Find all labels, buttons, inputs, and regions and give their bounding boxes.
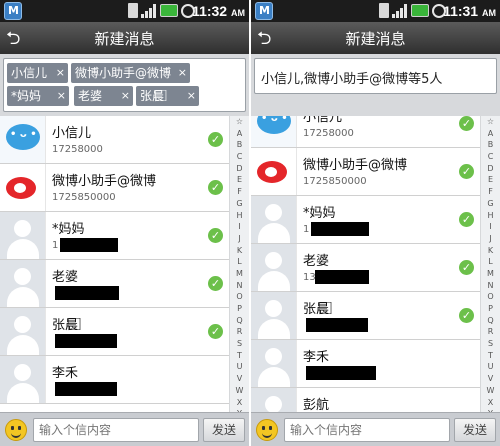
recipient-chip[interactable]: 小信儿 × [7,63,68,83]
recipient-area: 小信儿,微博小助手@微博等5人 [251,54,500,116]
compose-bar: 发送 [251,412,500,446]
status-time: 11:32 AM [192,3,245,19]
status-bar: 11:31 AM [251,0,500,22]
recipient-summary: 小信儿,微博小助手@微博等5人 [261,72,443,87]
person-icon [251,292,297,339]
message-input[interactable] [33,418,199,442]
person-icon [0,308,46,355]
checked-icon[interactable]: ✓ [459,164,474,179]
weibo-icon [251,148,297,195]
page-title: 新建消息 [94,30,155,48]
contact-row[interactable]: 张晨 ⃞⃞ ✓ [0,308,229,356]
status-bar: 11:32 AM [0,0,249,22]
redacted-number [55,286,119,300]
emoji-icon[interactable] [256,419,278,441]
checked-icon[interactable]: ✓ [208,324,223,339]
alphabet-index[interactable]: ☆ABCDEFGHIJKLMNOPQRSTUVWXYZ# [480,116,500,442]
recipient-area: 小信儿 × 微博小助手@微博 × *妈妈 × 老婆 × 张晨 ⃞⃞ × [0,54,249,116]
contact-row[interactable]: 张晨 ⃞⃞ ✓ [251,292,480,340]
send-button[interactable]: 发送 [203,418,245,442]
checked-icon[interactable]: ✓ [459,212,474,227]
contact-row[interactable]: 老婆 ✓ [0,260,229,308]
title-bar: 新建消息 [251,22,500,54]
contact-row[interactable]: 小信儿 17258000 ✓ [0,116,229,164]
compose-bar: 发送 [0,412,249,446]
recipient-chip[interactable]: 张晨 ⃞⃞ × [136,86,199,106]
contact-list[interactable]: 小信儿 17258000 ✓ 微博小助手@微博 1725850000 ✓ *妈妈… [0,116,229,412]
app-notification-icon [255,2,273,20]
contact-list[interactable]: 小信儿 17258000 ✓ 微博小助手@微博 1725850000 ✓ *妈妈… [251,116,480,412]
title-bar: 新建消息 [0,22,249,54]
signal-icon [392,3,408,18]
redacted-number [55,334,117,348]
right-screen: 11:31 AM 新建消息 小信儿,微博小助手@微博等5人 小信儿 172580… [251,0,500,446]
contact-row[interactable]: 老婆 13 ✓ [251,244,480,292]
sd-card-icon [379,3,389,18]
xin-icon [0,116,46,163]
send-button[interactable]: 发送 [454,418,496,442]
sd-card-icon [128,3,138,18]
recipient-field[interactable]: 小信儿 × 微博小助手@微博 × *妈妈 × 老婆 × 张晨 ⃞⃞ × [3,58,246,112]
redacted-number [60,238,118,252]
person-icon [251,244,297,291]
checked-icon[interactable]: ✓ [459,116,474,131]
checked-icon[interactable]: ✓ [208,132,223,147]
checked-icon[interactable]: ✓ [208,180,223,195]
app-notification-icon [4,2,22,20]
contact-row[interactable]: 李禾 [0,356,229,404]
person-icon [251,196,297,243]
signal-icon [141,3,157,18]
emoji-icon[interactable] [5,419,27,441]
checked-icon[interactable]: ✓ [208,276,223,291]
left-screen: 11:32 AM 新建消息 小信儿× 微博小助手@微博× *妈妈× 老婆× 张晨… [0,0,249,446]
battery-icon [160,4,178,17]
chip-remove-icon[interactable]: × [187,86,196,106]
recipient-chip[interactable]: *妈妈 × [7,86,69,106]
xin-icon [251,116,297,147]
person-icon [251,388,297,412]
contact-row[interactable]: 微博小助手@微博 1725850000 ✓ [0,164,229,212]
recipient-field[interactable]: 小信儿,微博小助手@微博等5人 [254,58,497,94]
recipient-chip[interactable]: 微博小助手@微博 × [71,63,190,83]
person-icon [251,340,297,387]
alphabet-index[interactable]: ☆ABCDEFGHIJKLMNOPQRSTUVWXYZ# [229,116,249,442]
chip-remove-icon[interactable]: × [56,63,65,83]
contact-row[interactable]: 微博小助手@微博 1725850000 ✓ [251,148,480,196]
contact-row[interactable]: 李禾 [251,340,480,388]
checked-icon[interactable]: ✓ [208,228,223,243]
redacted-number [311,222,369,236]
checked-icon[interactable]: ✓ [459,260,474,275]
recipient-chip[interactable]: 老婆 × [74,86,133,106]
page-title: 新建消息 [345,30,406,48]
contact-row[interactable]: *妈妈 1 ✓ [251,196,480,244]
checked-icon[interactable]: ✓ [459,308,474,323]
chip-remove-icon[interactable]: × [178,63,187,83]
contact-row[interactable]: 彭航 [251,388,480,412]
message-input[interactable] [284,418,450,442]
person-icon [0,260,46,307]
battery-icon [411,4,429,17]
redacted-number [55,382,117,396]
weibo-icon [0,164,46,211]
redacted-number [306,366,376,380]
chip-remove-icon[interactable]: × [57,86,66,106]
contact-row[interactable]: 小信儿 17258000 ✓ [251,116,480,148]
person-icon [0,212,46,259]
redacted-number [306,318,368,332]
chip-remove-icon[interactable]: × [121,86,130,106]
status-time: 11:31 AM [443,3,496,19]
person-icon [0,356,46,403]
redacted-number [315,270,369,284]
contact-row[interactable]: *妈妈 1 ✓ [0,212,229,260]
